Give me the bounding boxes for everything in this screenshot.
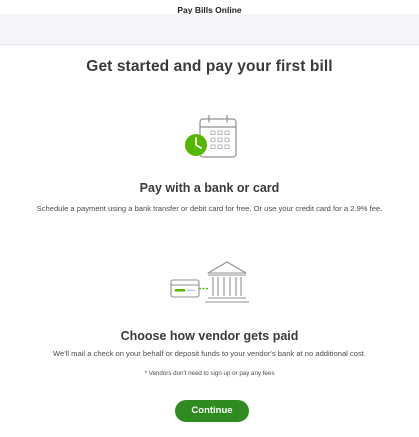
section-desc-pay-method: Schedule a payment using a bank transfer… xyxy=(36,204,383,213)
vendor-fees-note: * Vendors don't need to sign up or pay a… xyxy=(144,370,275,377)
section-title-vendor-paid: Choose how vendor gets paid xyxy=(120,329,299,343)
section-title-pay-method: Pay with a bank or card xyxy=(139,181,280,195)
bank-transfer-icon xyxy=(170,261,249,303)
page-heading: Get started and pay your first bill xyxy=(86,58,333,75)
continue-button[interactable]: Continue xyxy=(175,400,249,422)
header-band xyxy=(0,14,419,45)
section-desc-vendor-paid: We'll mail a check on your behalf or dep… xyxy=(52,349,367,358)
window-titlebar: Pay Bills Online xyxy=(0,0,419,15)
calendar-clock-icon xyxy=(185,114,237,158)
